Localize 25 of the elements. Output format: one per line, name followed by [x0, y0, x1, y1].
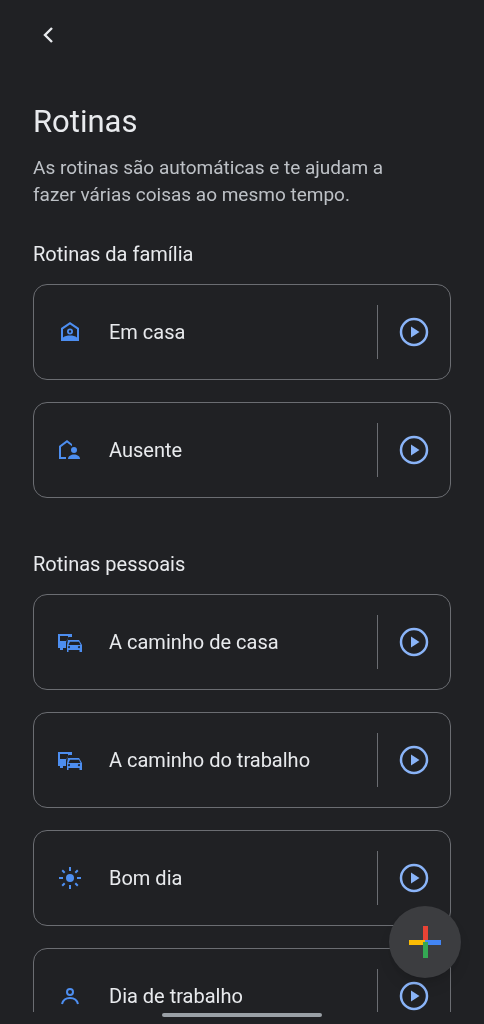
page-title: Rotinas — [33, 102, 139, 142]
routine-name: Dia de trabalho — [109, 983, 244, 1010]
section-heading: Rotinas da família — [33, 241, 195, 268]
section-heading: Rotinas pessoais — [33, 551, 187, 578]
routine-name: A caminho do trabalho — [109, 747, 312, 774]
routine-card[interactable]: A caminho de casa — [33, 594, 451, 690]
routine-card[interactable]: Ausente — [33, 402, 451, 498]
play-icon — [399, 981, 429, 1011]
play-icon — [399, 745, 429, 775]
routine-name: Bom dia — [109, 865, 184, 892]
house-person-icon — [57, 438, 83, 462]
plus-icon — [408, 925, 442, 959]
routine-name: A caminho de casa — [109, 629, 280, 656]
page-description: As rotinas são automáticas e te ajudam a fazer várias coisas ao mesmo tempo. — [33, 155, 385, 208]
house-person-icon — [58, 320, 82, 344]
play-icon — [399, 317, 429, 347]
play-icon — [399, 863, 429, 893]
play-icon — [399, 435, 429, 465]
play-icon — [399, 627, 429, 657]
routine-name: Ausente — [109, 437, 184, 464]
sun-icon — [57, 865, 83, 891]
back-icon — [42, 26, 54, 44]
routine-name: Em casa — [109, 319, 187, 346]
routine-card[interactable]: Em casa — [33, 284, 451, 380]
routine-card[interactable]: A caminho do trabalho — [33, 712, 451, 808]
